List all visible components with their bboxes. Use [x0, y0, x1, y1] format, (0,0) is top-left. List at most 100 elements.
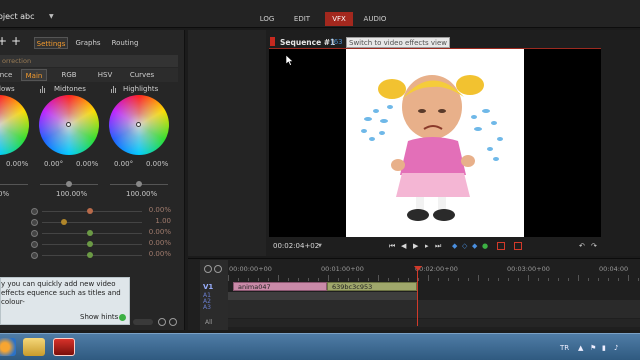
mark-out-icon[interactable]: ◆: [472, 242, 477, 251]
tab-log[interactable]: LOG: [254, 12, 280, 26]
ruler-tick: [338, 278, 339, 281]
volume-icon[interactable]: ♪: [614, 344, 618, 352]
ruler-tick: [428, 275, 429, 281]
adjustment-value: 0.00%: [148, 228, 171, 236]
ruler-tick: [568, 278, 569, 281]
tab-main[interactable]: Main: [21, 69, 47, 81]
tab-routing[interactable]: Routing: [109, 37, 141, 49]
mark-clip-icon[interactable]: ◇: [462, 242, 467, 251]
mark-in-icon[interactable]: ◆: [452, 242, 457, 251]
tab-audio[interactable]: AUDIO: [360, 12, 390, 26]
audio-track[interactable]: [228, 292, 418, 300]
midtones-levels-icon: [40, 86, 46, 93]
step-forward-icon[interactable]: ▸: [425, 242, 429, 251]
timecode-dropdown-icon[interactable]: ▼: [318, 243, 322, 249]
playhead-handle-icon[interactable]: [414, 266, 422, 271]
adjustment-knob[interactable]: [61, 219, 67, 225]
project-dropdown-icon[interactable]: ▼: [49, 13, 54, 20]
ruler-tick: [378, 275, 379, 281]
adjustment-row[interactable]: 1.00: [0, 217, 178, 228]
ruler-tick: [408, 278, 409, 281]
tab-balance[interactable]: nce: [0, 69, 14, 81]
adjustment-row[interactable]: 0.00%: [0, 228, 178, 239]
browser-icon[interactable]: [0, 338, 16, 356]
ruler-tick: [598, 278, 599, 281]
track-label-a3[interactable]: A3: [203, 304, 211, 311]
shadows-amount-slider[interactable]: [0, 184, 28, 185]
timeline-zoom-in-icon[interactable]: [214, 265, 222, 273]
track-label-v1[interactable]: V1: [203, 283, 213, 291]
highlights-wheel-handle[interactable]: [136, 122, 141, 127]
zoom-out-icon[interactable]: [158, 318, 166, 326]
hint-text: y you can quickly add new video effects …: [1, 280, 121, 306]
network-icon[interactable]: ▮: [602, 344, 606, 352]
timeline-clip[interactable]: 639bc3c953: [327, 282, 417, 291]
undo-icon[interactable]: ↶: [579, 242, 585, 251]
go-to-end-icon[interactable]: ⏭: [435, 242, 441, 251]
go-to-start-icon[interactable]: ⏮: [389, 242, 395, 251]
adjustment-row[interactable]: 0.00%: [0, 206, 178, 217]
tab-settings[interactable]: Settings: [34, 37, 68, 49]
timeline-scrollbar[interactable]: [228, 319, 640, 327]
ruler-tick: [498, 278, 499, 281]
adjustment-knob[interactable]: [87, 252, 93, 258]
ruler-tick: [548, 278, 549, 281]
tab-graphs[interactable]: Graphs: [73, 37, 103, 49]
redo-icon[interactable]: ↷: [591, 242, 597, 251]
timeline-empty-tracks[interactable]: [228, 300, 640, 318]
ruler-tick: [298, 278, 299, 281]
ruler-tick: [238, 278, 239, 281]
lightworks-icon[interactable]: [53, 338, 75, 356]
adjustment-icon: [31, 230, 38, 237]
adjustment-knob[interactable]: [87, 241, 93, 247]
record-icon[interactable]: ●: [482, 242, 488, 251]
tooltip: Switch to video effects view: [346, 37, 450, 48]
adjustment-row[interactable]: 0.00%: [0, 239, 178, 250]
ruler-tick: [258, 278, 259, 281]
zoom-in-icon[interactable]: [169, 318, 177, 326]
ruler-tick: [488, 278, 489, 281]
insert-icon[interactable]: [497, 242, 505, 250]
tab-edit[interactable]: EDIT: [288, 12, 316, 26]
midtones-wheel-handle[interactable]: [66, 122, 71, 127]
tab-curves[interactable]: Curves: [128, 69, 156, 81]
timeline-zoom-out-icon[interactable]: [204, 265, 212, 273]
tab-rgb[interactable]: RGB: [58, 69, 80, 81]
action-center-icon[interactable]: ⚑: [590, 344, 596, 352]
file-explorer-icon[interactable]: [23, 338, 45, 356]
ruler-tick: [628, 275, 629, 281]
adjustment-knob[interactable]: [87, 208, 93, 214]
add-effect-icon[interactable]: +: [0, 35, 7, 47]
tab-vfx[interactable]: VFX: [325, 12, 353, 26]
timeline-timecode: 00:01:00+00: [321, 265, 364, 273]
show-hints-label[interactable]: Show hints: [80, 313, 118, 321]
adjustment-slider[interactable]: [42, 222, 142, 223]
playhead[interactable]: [417, 268, 418, 326]
language-indicator[interactable]: TR: [560, 344, 569, 352]
play-icon[interactable]: ▶: [413, 242, 418, 251]
timeline-ruler[interactable]: [228, 275, 640, 281]
show-hints-toggle-icon[interactable]: [119, 314, 126, 321]
track-label-all[interactable]: All: [205, 319, 212, 326]
viewer-timecode[interactable]: 00:02:04+02: [273, 242, 319, 250]
timeline-clip[interactable]: anima047: [233, 282, 327, 291]
ruler-tick: [588, 278, 589, 281]
highlights-amount-knob[interactable]: [136, 181, 142, 187]
color-correction-header[interactable]: orrection: [0, 55, 178, 67]
ruler-tick: [558, 278, 559, 281]
highlights-value-pct: 0.00%: [146, 160, 169, 168]
midtones-amount-knob[interactable]: [66, 181, 72, 187]
project-title[interactable]: oject abc: [0, 12, 35, 21]
ruler-tick: [578, 275, 579, 281]
overwrite-icon[interactable]: [514, 242, 522, 250]
add-button[interactable]: +: [11, 35, 21, 47]
adjustment-knob[interactable]: [87, 230, 93, 236]
adjustment-row[interactable]: 0.00%: [0, 250, 178, 261]
panel-scrollbar[interactable]: [133, 319, 153, 325]
step-back-icon[interactable]: ◀: [401, 242, 406, 251]
mouse-cursor-icon: [286, 55, 294, 66]
tray-expand-icon[interactable]: ▲: [578, 344, 583, 352]
ruler-tick: [608, 278, 609, 281]
tab-hsv[interactable]: HSV: [94, 69, 116, 81]
shadows-label: lows: [0, 85, 15, 93]
